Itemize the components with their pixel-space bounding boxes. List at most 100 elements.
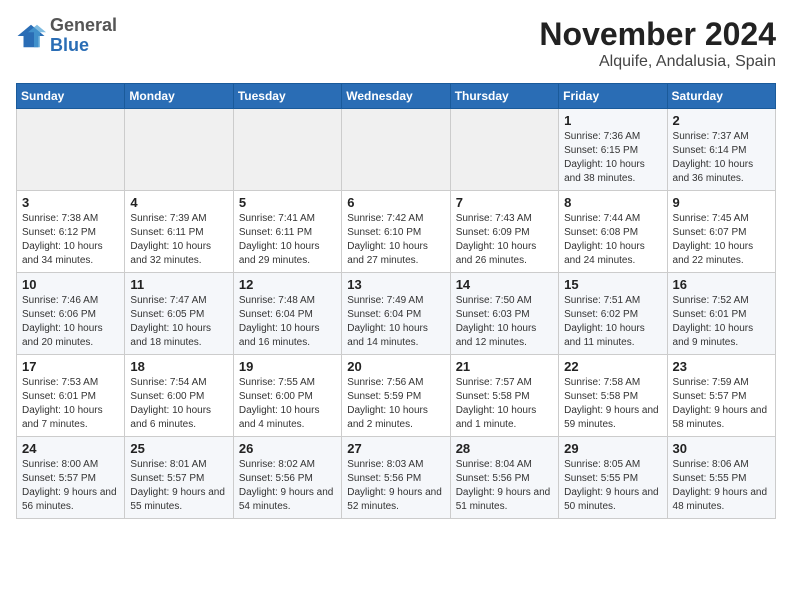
day-number: 26 — [239, 441, 336, 456]
calendar-cell: 15Sunrise: 7:51 AM Sunset: 6:02 PM Dayli… — [559, 273, 667, 355]
page-header: General Blue November 2024 Alquife, Anda… — [16, 16, 776, 71]
logo-blue: Blue — [50, 36, 117, 56]
day-number: 23 — [673, 359, 770, 374]
calendar-cell: 19 Sunrise: 7:55 AM Sunset: 6:00 PM Dayli… — [233, 355, 341, 437]
calendar-cell: 10 Sunrise: 7:46 AM Sunset: 6:06 PM Dayli… — [17, 273, 125, 355]
day-number: 7 — [456, 195, 553, 210]
day-number: 16 — [673, 277, 770, 292]
day-info: Sunrise: 7:47 AM Sunset: 6:05 PM Dayligh… — [130, 294, 227, 350]
day-number: 3 — [22, 195, 119, 210]
day-info: Sunrise: 7:42 AM Sunset: 6:10 PM Dayligh… — [347, 212, 444, 268]
day-number: 15 — [564, 277, 661, 292]
calendar-cell: 24 Sunrise: 8:00 AM Sunset: 5:57 PM Dayli… — [17, 437, 125, 519]
calendar-cell: 28 Sunrise: 8:04 AM Sunset: 5:56 PM Dayli… — [450, 437, 558, 519]
calendar-cell: 23 Sunrise: 7:59 AM Sunset: 5:57 PM Dayli… — [667, 355, 775, 437]
day-info: Sunrise: 7:56 AM Sunset: 5:59 PM Dayligh… — [347, 376, 444, 432]
day-number: 30 — [673, 441, 770, 456]
day-number: 21 — [456, 359, 553, 374]
day-number: 18 — [130, 359, 227, 374]
day-number: 20 — [347, 359, 444, 374]
calendar-cell: 7Sunrise: 7:43 AM Sunset: 6:09 PM Daylig… — [450, 191, 558, 273]
day-number: 19 — [239, 359, 336, 374]
day-info: Sunrise: 7:41 AM Sunset: 6:11 PM Dayligh… — [239, 212, 336, 268]
calendar-cell: 4Sunrise: 7:39 AM Sunset: 6:11 PM Daylig… — [125, 191, 233, 273]
calendar-cell: 21 Sunrise: 7:57 AM Sunset: 5:58 PM Dayli… — [450, 355, 558, 437]
day-info: Sunrise: 7:57 AM Sunset: 5:58 PM Dayligh… — [456, 376, 553, 432]
day-number: 2 — [673, 113, 770, 128]
day-info: Sunrise: 7:55 AM Sunset: 6:00 PM Dayligh… — [239, 376, 336, 432]
day-number: 27 — [347, 441, 444, 456]
day-number: 22 — [564, 359, 661, 374]
calendar-cell — [342, 109, 450, 191]
day-info: Sunrise: 7:52 AM Sunset: 6:01 PM Dayligh… — [673, 294, 770, 350]
weekday-header-wednesday: Wednesday — [342, 84, 450, 109]
logo-general: General — [50, 16, 117, 36]
day-info: Sunrise: 7:58 AM Sunset: 5:58 PM Dayligh… — [564, 376, 661, 432]
calendar-cell — [125, 109, 233, 191]
calendar-cell: 13 Sunrise: 7:49 AM Sunset: 6:04 PM Dayli… — [342, 273, 450, 355]
day-number: 24 — [22, 441, 119, 456]
calendar-cell: 26 Sunrise: 8:02 AM Sunset: 5:56 PM Dayli… — [233, 437, 341, 519]
calendar-cell: 18Sunrise: 7:54 AM Sunset: 6:00 PM Dayli… — [125, 355, 233, 437]
day-number: 14 — [456, 277, 553, 292]
calendar-cell: 11 Sunrise: 7:47 AM Sunset: 6:05 PM Dayli… — [125, 273, 233, 355]
page-subtitle: Alquife, Andalusia, Spain — [539, 53, 776, 71]
calendar-cell — [450, 109, 558, 191]
day-number: 13 — [347, 277, 444, 292]
calendar-cell: 3 Sunrise: 7:38 AM Sunset: 6:12 PM Daylig… — [17, 191, 125, 273]
day-info: Sunrise: 7:44 AM Sunset: 6:08 PM Dayligh… — [564, 212, 661, 268]
calendar-cell: 2Sunrise: 7:37 AM Sunset: 6:14 PM Daylig… — [667, 109, 775, 191]
calendar-cell — [233, 109, 341, 191]
logo: General Blue — [16, 16, 117, 56]
day-number: 5 — [239, 195, 336, 210]
weekday-header-tuesday: Tuesday — [233, 84, 341, 109]
day-info: Sunrise: 7:53 AM Sunset: 6:01 PM Dayligh… — [22, 376, 119, 432]
calendar-table: SundayMondayTuesdayWednesdayThursdayFrid… — [16, 83, 776, 519]
day-info: Sunrise: 7:46 AM Sunset: 6:06 PM Dayligh… — [22, 294, 119, 350]
day-number: 12 — [239, 277, 336, 292]
day-info: Sunrise: 7:45 AM Sunset: 6:07 PM Dayligh… — [673, 212, 770, 268]
calendar-cell: 27Sunrise: 8:03 AM Sunset: 5:56 PM Dayli… — [342, 437, 450, 519]
calendar-cell: 20 Sunrise: 7:56 AM Sunset: 5:59 PM Dayli… — [342, 355, 450, 437]
weekday-row: SundayMondayTuesdayWednesdayThursdayFrid… — [17, 84, 776, 109]
title-block: November 2024 Alquife, Andalusia, Spain — [539, 16, 776, 71]
day-number: 25 — [130, 441, 227, 456]
day-number: 10 — [22, 277, 119, 292]
calendar-cell: 29Sunrise: 8:05 AM Sunset: 5:55 PM Dayli… — [559, 437, 667, 519]
day-number: 29 — [564, 441, 661, 456]
day-info: Sunrise: 7:59 AM Sunset: 5:57 PM Dayligh… — [673, 376, 770, 432]
day-info: Sunrise: 8:04 AM Sunset: 5:56 PM Dayligh… — [456, 458, 553, 514]
page-title: November 2024 — [539, 16, 776, 53]
calendar-cell: 22 Sunrise: 7:58 AM Sunset: 5:58 PM Dayli… — [559, 355, 667, 437]
calendar-cell: 5 Sunrise: 7:41 AM Sunset: 6:11 PM Daylig… — [233, 191, 341, 273]
day-number: 6 — [347, 195, 444, 210]
day-info: Sunrise: 8:02 AM Sunset: 5:56 PM Dayligh… — [239, 458, 336, 514]
calendar-cell: 25 Sunrise: 8:01 AM Sunset: 5:57 PM Dayli… — [125, 437, 233, 519]
logo-icon — [16, 21, 46, 51]
day-info: Sunrise: 8:00 AM Sunset: 5:57 PM Dayligh… — [22, 458, 119, 514]
calendar-cell: 14Sunrise: 7:50 AM Sunset: 6:03 PM Dayli… — [450, 273, 558, 355]
calendar-cell: 12 Sunrise: 7:48 AM Sunset: 6:04 PM Dayli… — [233, 273, 341, 355]
calendar-week-1: 1Sunrise: 7:36 AM Sunset: 6:15 PM Daylig… — [17, 109, 776, 191]
calendar-week-5: 24 Sunrise: 8:00 AM Sunset: 5:57 PM Dayli… — [17, 437, 776, 519]
day-number: 17 — [22, 359, 119, 374]
calendar-week-2: 3 Sunrise: 7:38 AM Sunset: 6:12 PM Daylig… — [17, 191, 776, 273]
calendar-cell: 1Sunrise: 7:36 AM Sunset: 6:15 PM Daylig… — [559, 109, 667, 191]
logo-text: General Blue — [50, 16, 117, 56]
calendar-cell: 6 Sunrise: 7:42 AM Sunset: 6:10 PM Daylig… — [342, 191, 450, 273]
calendar-cell — [17, 109, 125, 191]
calendar-cell: 17 Sunrise: 7:53 AM Sunset: 6:01 PM Dayli… — [17, 355, 125, 437]
calendar-body: 1Sunrise: 7:36 AM Sunset: 6:15 PM Daylig… — [17, 109, 776, 519]
calendar-cell: 9Sunrise: 7:45 AM Sunset: 6:07 PM Daylig… — [667, 191, 775, 273]
calendar-week-3: 10 Sunrise: 7:46 AM Sunset: 6:06 PM Dayli… — [17, 273, 776, 355]
day-info: Sunrise: 7:48 AM Sunset: 6:04 PM Dayligh… — [239, 294, 336, 350]
day-info: Sunrise: 7:38 AM Sunset: 6:12 PM Dayligh… — [22, 212, 119, 268]
day-info: Sunrise: 8:01 AM Sunset: 5:57 PM Dayligh… — [130, 458, 227, 514]
calendar-cell: 30 Sunrise: 8:06 AM Sunset: 5:55 PM Dayli… — [667, 437, 775, 519]
day-number: 11 — [130, 277, 227, 292]
day-number: 28 — [456, 441, 553, 456]
day-info: Sunrise: 8:06 AM Sunset: 5:55 PM Dayligh… — [673, 458, 770, 514]
weekday-header-saturday: Saturday — [667, 84, 775, 109]
calendar-cell: 16 Sunrise: 7:52 AM Sunset: 6:01 PM Dayli… — [667, 273, 775, 355]
day-info: Sunrise: 7:49 AM Sunset: 6:04 PM Dayligh… — [347, 294, 444, 350]
